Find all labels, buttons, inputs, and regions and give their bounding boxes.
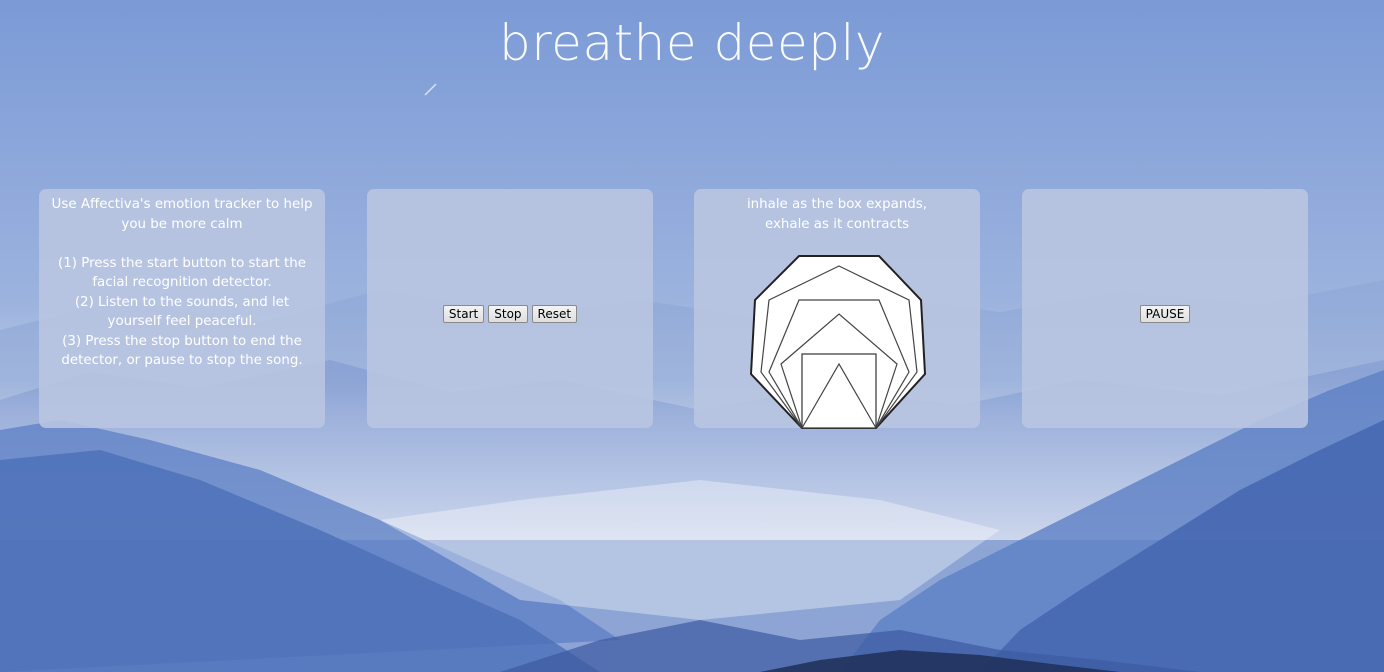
instruction-step-2: (2) Listen to the sounds, and let yourse… [74, 294, 290, 330]
instructions-intro: Use Affectiva's emotion tracker to help … [51, 197, 313, 232]
instruction-step-1: (1) Press the start button to start the … [58, 255, 306, 291]
breathing-animation [749, 255, 927, 429]
reset-button[interactable]: Reset [531, 305, 578, 323]
breathing-caption-line2: exhale as it contracts [764, 216, 910, 232]
pause-button[interactable]: PAUSE [1139, 305, 1191, 323]
stop-button[interactable]: Stop [488, 305, 528, 323]
breathing-caption-line1: inhale as the box expands, [746, 197, 928, 212]
music-controls-panel: PAUSE [1022, 189, 1308, 428]
instructions-panel: Use Affectiva's emotion tracker to help … [39, 189, 325, 428]
instruction-step-3: (3) Press the stop button to end the det… [61, 333, 303, 369]
breathing-guide-panel: inhale as the box expands, exhale as it … [694, 189, 980, 429]
start-button[interactable]: Start [442, 305, 485, 323]
detector-controls-panel: Start Stop Reset [367, 189, 653, 428]
page-title: breathe deeply [498, 14, 886, 72]
